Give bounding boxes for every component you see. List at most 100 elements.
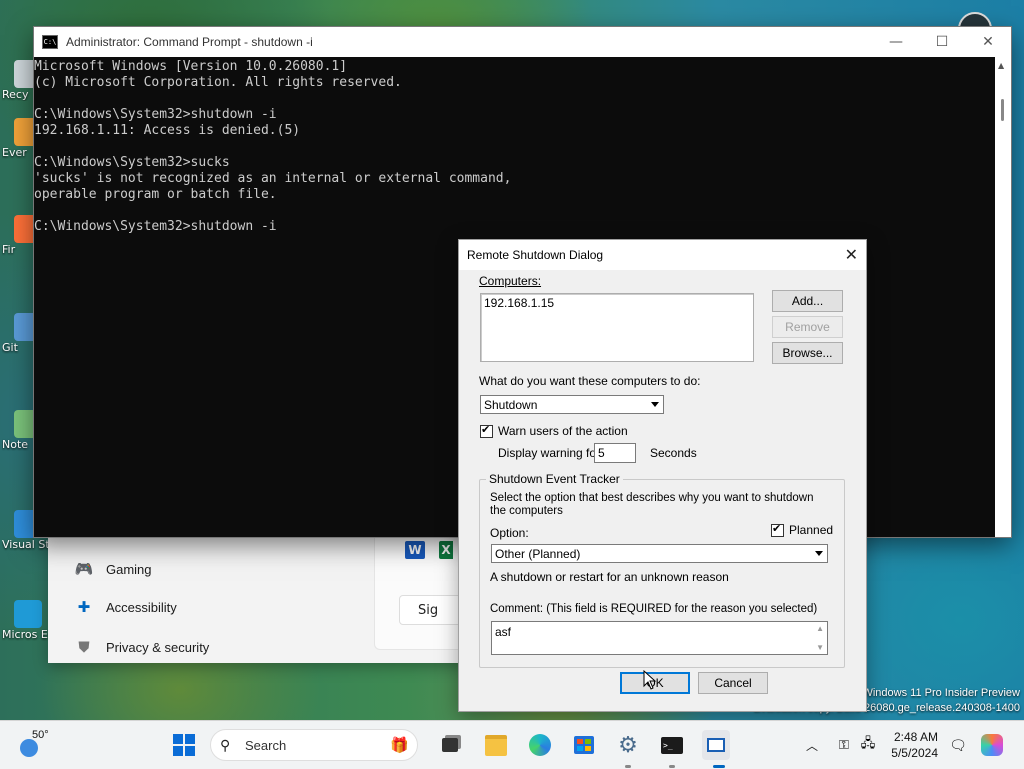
desktop-icon-label: Visual St Cod bbox=[2, 538, 48, 551]
network-icon: 🖧 bbox=[860, 735, 876, 750]
console-line: C:\Windows\System32>shutdown -i bbox=[34, 107, 277, 122]
store-button[interactable] bbox=[572, 733, 596, 757]
desktop-icon-label: Micros Edge bbox=[2, 628, 48, 641]
mouse-cursor-icon bbox=[643, 670, 657, 690]
console-line: C:\Windows\System32>shutdown -i bbox=[34, 219, 277, 234]
cmd-title-bar[interactable]: C:\ Administrator: Command Prompt - shut… bbox=[34, 27, 1011, 57]
scroll-up-icon[interactable]: ▲ bbox=[998, 61, 1004, 70]
display-warning-label: Display warning for bbox=[498, 446, 601, 460]
taskbar-search[interactable]: ⚲ Search 🎁 bbox=[210, 729, 418, 761]
settings-item-gaming[interactable]: 🎮 Gaming bbox=[74, 559, 152, 579]
warning-seconds-input[interactable]: 5 bbox=[594, 443, 636, 463]
settings-item-label: Privacy & security bbox=[106, 639, 210, 655]
excel-icon: X bbox=[439, 541, 453, 559]
chevron-down-icon[interactable] bbox=[647, 397, 662, 412]
gaming-icon: 🎮 bbox=[74, 561, 94, 578]
notifications-button[interactable]: 🗨 bbox=[946, 733, 970, 757]
search-icon: ⚲ bbox=[220, 737, 231, 753]
console-line: C:\Windows\System32>sucks bbox=[34, 155, 230, 170]
option-label: Option: bbox=[490, 526, 529, 540]
action-select[interactable]: Shutdown bbox=[480, 395, 664, 414]
console-line: Microsoft Windows [Version 10.0.26080.1] bbox=[34, 59, 348, 74]
tracker-title: Shutdown Event Tracker bbox=[486, 472, 623, 486]
copilot-button[interactable] bbox=[980, 733, 1004, 757]
window-icon bbox=[707, 738, 725, 752]
dialog-title-bar[interactable]: Remote Shutdown Dialog ✕ bbox=[459, 240, 866, 270]
scroll-up-icon[interactable]: ▲ bbox=[816, 624, 824, 633]
edge-button[interactable] bbox=[528, 733, 552, 757]
task-view-icon bbox=[442, 738, 458, 752]
planned-checkbox[interactable] bbox=[771, 522, 784, 537]
windows-logo-icon bbox=[173, 734, 195, 756]
cancel-button[interactable]: Cancel bbox=[698, 672, 768, 694]
remote-shutdown-dialog[interactable]: Remote Shutdown Dialog ✕ Computers: 192.… bbox=[458, 239, 867, 712]
gear-icon: ⚙ bbox=[618, 732, 638, 757]
tracker-description: Select the option that best describes wh… bbox=[490, 492, 814, 517]
settings-card: W X Sig bbox=[374, 537, 471, 650]
shutdown-dialog-button[interactable] bbox=[702, 730, 730, 760]
chevron-down-icon[interactable] bbox=[811, 546, 826, 561]
task-view-button[interactable] bbox=[438, 733, 462, 757]
taskbar[interactable]: 50° ⚲ Search 🎁 ⚙ >_ ︿ ⚿ 🖧 2:48 AM 5/5/20… bbox=[0, 720, 1024, 769]
settings-item-label: Gaming bbox=[106, 561, 152, 577]
word-icon: W bbox=[405, 541, 425, 559]
shutdown-event-tracker-group: Shutdown Event Tracker Select the option… bbox=[479, 472, 845, 668]
minimize-button[interactable]: — bbox=[873, 27, 919, 57]
console-line: (c) Microsoft Corporation. All rights re… bbox=[34, 75, 402, 90]
settings-button[interactable]: ⚙ bbox=[616, 732, 640, 757]
watermark-line-1: Windows 11 Pro Insider Preview bbox=[862, 687, 1020, 699]
folder-icon bbox=[485, 734, 507, 756]
browse-button[interactable]: Browse... bbox=[772, 342, 843, 364]
settings-item-privacy[interactable]: ⛊ Privacy & security bbox=[74, 637, 209, 657]
warn-users-checkbox[interactable] bbox=[480, 423, 493, 438]
terminal-button[interactable]: >_ bbox=[660, 733, 684, 757]
action-label: What do you want these computers to do: bbox=[479, 374, 701, 388]
edge-icon bbox=[529, 734, 551, 756]
copilot-icon bbox=[981, 734, 1003, 756]
maximize-button[interactable]: ☐ bbox=[919, 27, 965, 57]
settings-item-label: Accessibility bbox=[106, 599, 177, 615]
notification-icon: 🗨 bbox=[949, 736, 967, 753]
store-icon bbox=[574, 736, 594, 754]
option-description: A shutdown or restart for an unknown rea… bbox=[490, 570, 729, 584]
option-selected-value: Other (Planned) bbox=[495, 547, 581, 561]
remove-button[interactable]: Remove bbox=[772, 316, 843, 338]
terminal-icon: >_ bbox=[661, 736, 683, 754]
clock-time: 2:48 AM bbox=[893, 730, 938, 744]
comment-label: Comment: (This field is REQUIRED for the… bbox=[490, 603, 818, 615]
tray-app-icon[interactable]: ⚿ bbox=[832, 733, 856, 757]
cmd-window-title: Administrator: Command Prompt - shutdown… bbox=[66, 35, 313, 49]
desktop-icon[interactable]: Micros Edge bbox=[0, 600, 48, 641]
show-hidden-icons-button[interactable]: ︿ bbox=[800, 733, 824, 757]
start-button[interactable] bbox=[172, 733, 196, 757]
network-button[interactable]: 🖧 bbox=[856, 733, 880, 757]
cmd-app-icon: C:\ bbox=[42, 35, 58, 49]
dialog-close-button[interactable]: ✕ bbox=[845, 245, 858, 265]
close-button[interactable]: ✕ bbox=[965, 27, 1011, 57]
cmd-scrollbar[interactable]: ▲ bbox=[995, 57, 1011, 537]
computer-list-item[interactable]: 192.168.1.15 bbox=[484, 296, 554, 310]
comment-textarea[interactable]: asf ▲ ▼ bbox=[491, 621, 828, 655]
accessibility-icon: ✚ bbox=[77, 599, 91, 616]
add-button[interactable]: Add... bbox=[772, 290, 843, 312]
warn-users-label: Warn users of the action bbox=[498, 424, 628, 438]
computers-label: Computers: bbox=[479, 274, 542, 288]
console-line: operable program or batch file. bbox=[34, 187, 277, 202]
computers-list[interactable]: 192.168.1.15 bbox=[480, 293, 754, 362]
settings-item-accessibility[interactable]: ✚ Accessibility bbox=[74, 597, 177, 617]
taskbar-clock[interactable]: 2:48 AM 5/5/2024 bbox=[891, 729, 938, 761]
search-placeholder: Search bbox=[245, 738, 287, 753]
planned-label: Planned bbox=[789, 523, 834, 537]
file-explorer-button[interactable] bbox=[484, 733, 508, 757]
scroll-down-icon[interactable]: ▼ bbox=[816, 643, 824, 652]
scroll-thumb[interactable] bbox=[1001, 99, 1004, 121]
console-line: 'sucks' is not recognized as an internal… bbox=[34, 171, 512, 186]
dialog-title: Remote Shutdown Dialog bbox=[467, 248, 604, 262]
weather-temp: 50° bbox=[32, 729, 49, 741]
edge-icon bbox=[14, 600, 42, 628]
console-line: 192.168.1.11: Access is denied.(5) bbox=[34, 123, 301, 138]
weather-icon bbox=[20, 739, 38, 757]
option-select[interactable]: Other (Planned) bbox=[491, 544, 828, 563]
